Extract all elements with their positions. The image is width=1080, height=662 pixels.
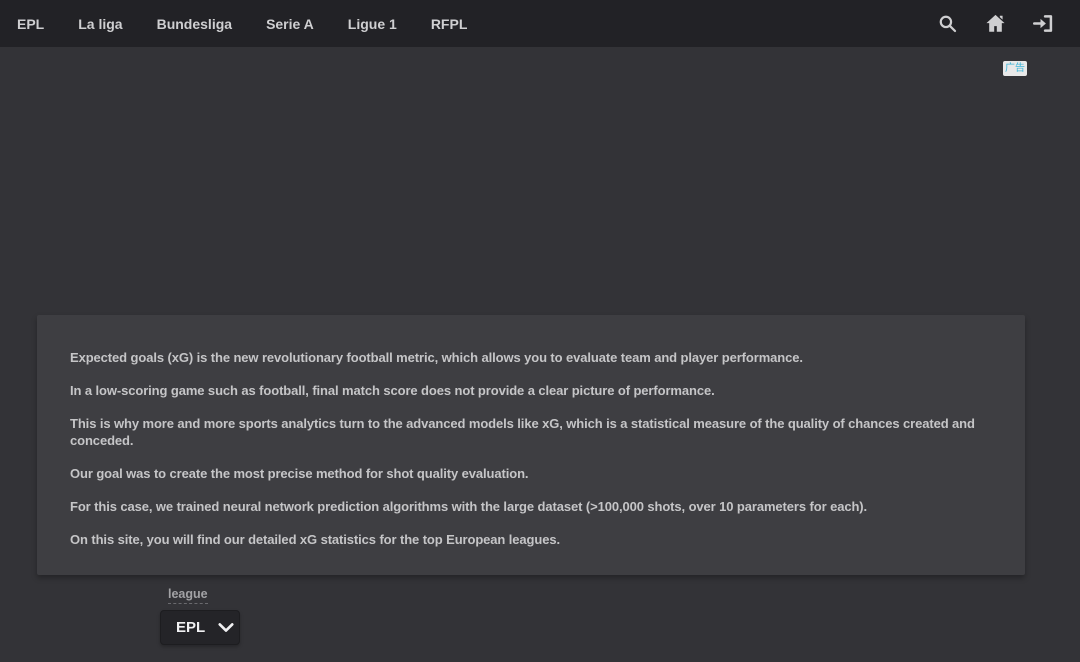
intro-paragraph: This is why more and more sports analyti…	[70, 416, 975, 448]
league-label: league	[168, 587, 208, 604]
intro-paragraph: For this case, we trained neural network…	[70, 499, 868, 514]
intro-paragraph: In a low-scoring game such as football, …	[70, 383, 715, 398]
league-nav: EPL La liga Bundesliga Serie A Ligue 1 R…	[0, 16, 467, 32]
nav-icon-group	[936, 13, 1080, 35]
intro-panel: Expected goals (xG) is the new revolutio…	[37, 315, 1025, 575]
intro-paragraph: Our goal was to create the most precise …	[70, 466, 529, 481]
league-select-value: EPL	[176, 619, 206, 636]
home-button[interactable]	[984, 13, 1006, 35]
top-nav: EPL La liga Bundesliga Serie A Ligue 1 R…	[0, 0, 1080, 47]
nav-item-rfpl[interactable]: RFPL	[431, 16, 468, 32]
league-select[interactable]: EPL	[160, 610, 240, 645]
intro-paragraph: Expected goals (xG) is the new revolutio…	[70, 350, 803, 365]
intro-paragraph: On this site, you will find our detailed…	[70, 532, 561, 547]
search-button[interactable]	[936, 13, 958, 35]
search-icon	[939, 15, 956, 33]
nav-item-la-liga[interactable]: La liga	[78, 16, 122, 32]
ad-badge[interactable]: 广告	[1003, 61, 1027, 76]
sign-in-button[interactable]	[1032, 13, 1054, 35]
nav-item-ligue-1[interactable]: Ligue 1	[348, 16, 397, 32]
nav-item-epl[interactable]: EPL	[17, 16, 44, 32]
nav-item-bundesliga[interactable]: Bundesliga	[157, 16, 232, 32]
chevron-down-icon	[218, 623, 234, 632]
home-icon	[985, 14, 1005, 32]
nav-item-serie-a[interactable]: Serie A	[266, 16, 314, 32]
sign-in-icon	[1033, 15, 1053, 32]
